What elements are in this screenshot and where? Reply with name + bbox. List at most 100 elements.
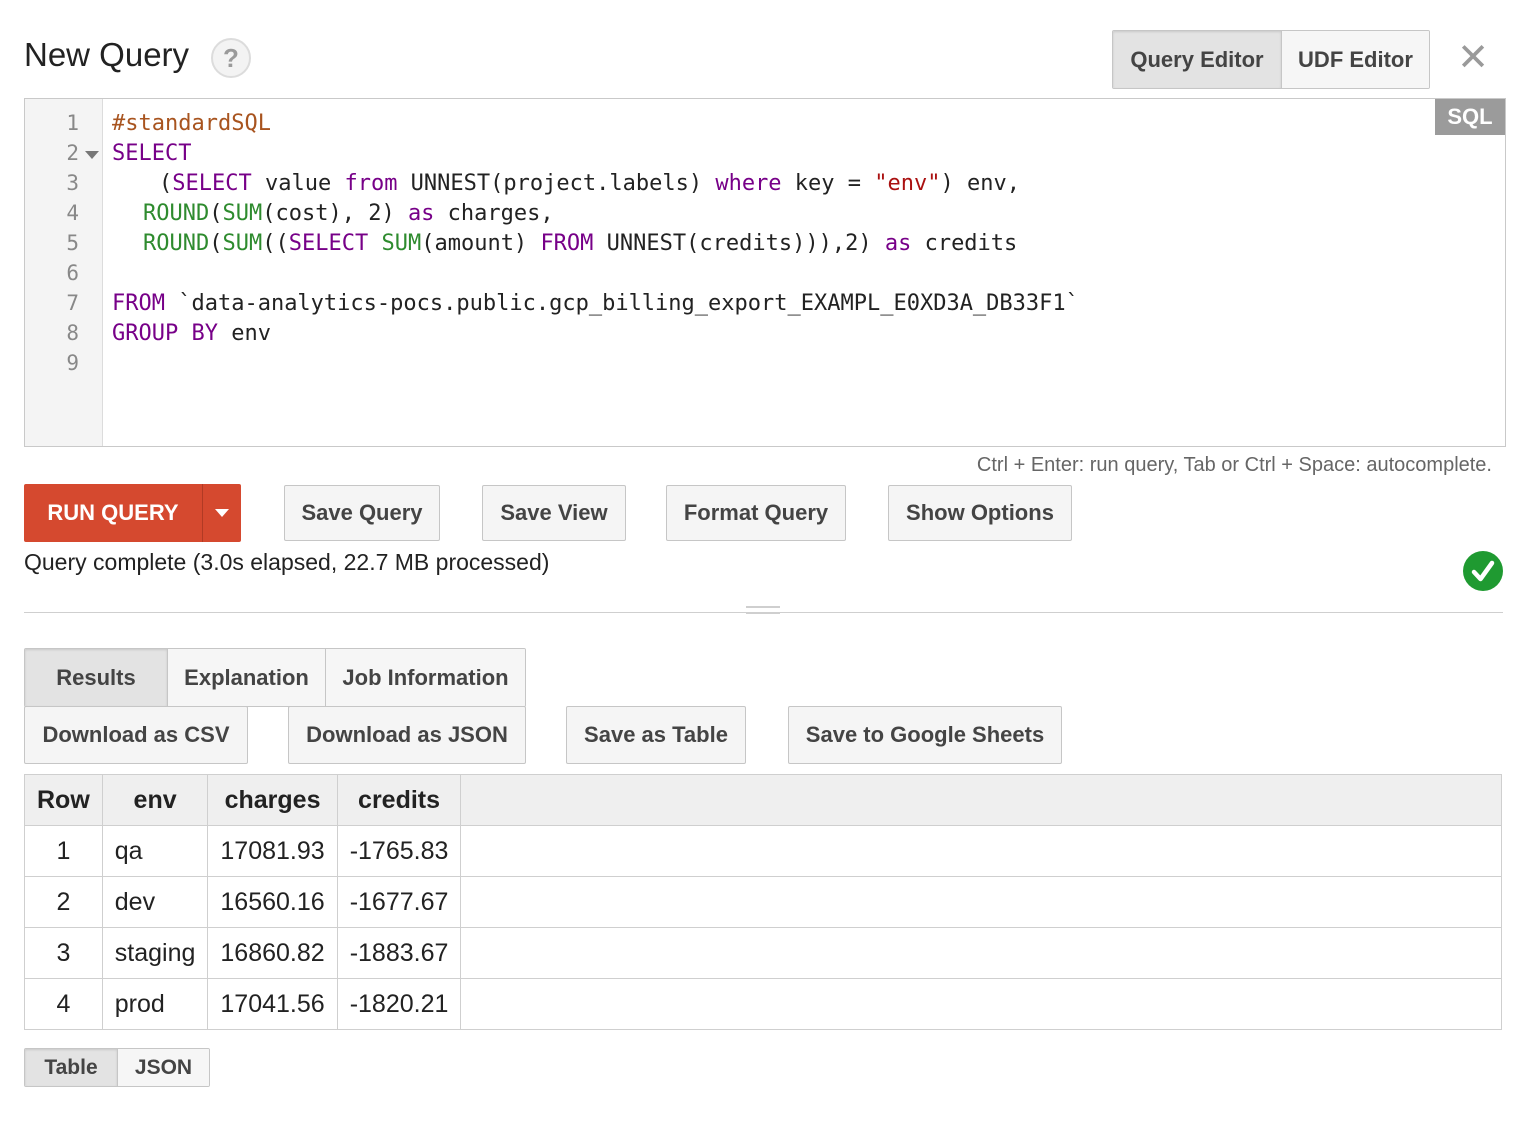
tab-table-view[interactable]: Table xyxy=(25,1049,117,1086)
cell-filler xyxy=(460,876,1502,928)
code-line-5: ROUND(SUM((SELECT SUM(amount) FROM UNNES… xyxy=(143,231,1017,256)
cell-env: staging xyxy=(101,927,209,979)
run-query-button[interactable]: RUN QUERY xyxy=(24,484,202,542)
code-keyword: GROUP BY xyxy=(112,321,218,346)
tab-job-information[interactable]: Job Information xyxy=(325,649,525,706)
code-token: UNNEST(project.labels) xyxy=(397,171,716,196)
code-keyword: SELECT xyxy=(112,141,192,166)
code-token: `data-analytics-pocs.public.gcp_billing_… xyxy=(164,291,1079,316)
tab-udf-editor[interactable]: UDF Editor xyxy=(1281,31,1429,88)
table-header-row: Row env charges credits xyxy=(24,774,1502,826)
fold-arrow-icon[interactable] xyxy=(85,151,99,159)
cell-charges: 17041.56 xyxy=(207,978,338,1030)
code-line-8: GROUP BY env xyxy=(112,321,271,346)
cell-row: 2 xyxy=(24,876,103,928)
cell-row: 3 xyxy=(24,927,103,979)
column-header-env: env xyxy=(101,774,209,826)
save-view-button[interactable]: Save View xyxy=(482,485,626,541)
code-function: SUM xyxy=(381,231,422,256)
code-line-4: ROUND(SUM(cost), 2) as charges, xyxy=(143,201,554,226)
result-tabs: Results Explanation Job Information xyxy=(24,648,526,707)
code-string: "env" xyxy=(874,171,941,196)
column-header-credits: credits xyxy=(336,774,462,826)
line-number: 3 xyxy=(66,171,79,195)
code-function: SUM xyxy=(222,201,263,226)
cell-filler xyxy=(460,978,1502,1030)
resize-handle[interactable] xyxy=(746,606,780,618)
code-keyword: FROM xyxy=(112,291,165,316)
cell-filler xyxy=(460,927,1502,979)
cell-credits: -1765.83 xyxy=(336,825,462,877)
cell-env: dev xyxy=(101,876,209,928)
cell-env: prod xyxy=(101,978,209,1030)
view-tabs: Table JSON xyxy=(24,1048,210,1087)
download-csv-button[interactable]: Download as CSV xyxy=(24,706,248,764)
code-token: ( xyxy=(159,171,173,196)
table-row: 2 dev 16560.16 -1677.67 xyxy=(24,876,1502,928)
code-function: ROUND xyxy=(143,201,210,226)
check-success-icon xyxy=(1463,551,1503,591)
code-token: UNNEST(credits))),2) xyxy=(593,231,885,256)
keyboard-hint: Ctrl + Enter: run query, Tab or Ctrl + S… xyxy=(976,454,1492,476)
code-token: (cost), 2) xyxy=(262,201,408,226)
line-number: 6 xyxy=(66,261,79,285)
cell-credits: -1677.67 xyxy=(336,876,462,928)
save-as-table-button[interactable]: Save as Table xyxy=(566,706,746,764)
line-gutter: 1 2 3 4 5 6 7 8 9 xyxy=(25,99,103,446)
line-number: 7 xyxy=(66,291,79,315)
language-badge: SQL xyxy=(1435,99,1505,135)
code-token: ( xyxy=(209,201,223,226)
tab-explanation[interactable]: Explanation xyxy=(167,649,325,706)
table-row: 1 qa 17081.93 -1765.83 xyxy=(24,825,1502,877)
code-token: credits xyxy=(911,231,1018,256)
show-options-button[interactable]: Show Options xyxy=(888,485,1072,541)
line-number: 4 xyxy=(66,201,79,225)
code-keyword: SELECT xyxy=(172,171,252,196)
save-to-sheets-button[interactable]: Save to Google Sheets xyxy=(788,706,1062,764)
code-keyword: from xyxy=(344,171,398,196)
line-number: 1 xyxy=(66,111,79,135)
run-options-dropdown[interactable] xyxy=(202,484,241,542)
code-line-7: FROM `data-analytics-pocs.public.gcp_bil… xyxy=(112,291,1079,316)
code-keyword: FROM xyxy=(540,231,594,256)
code-token: ) env, xyxy=(940,171,1020,196)
code-token: ( xyxy=(209,231,223,256)
format-query-button[interactable]: Format Query xyxy=(666,485,846,541)
table-row: 3 staging 16860.82 -1883.67 xyxy=(24,927,1502,979)
close-icon[interactable]: ✕ xyxy=(1456,38,1490,78)
save-query-button[interactable]: Save Query xyxy=(284,485,440,541)
editor-tabs: Query Editor UDF Editor xyxy=(1112,30,1430,89)
cell-charges: 16860.82 xyxy=(207,927,338,979)
cell-credits: -1883.67 xyxy=(336,927,462,979)
code-keyword: as xyxy=(884,231,912,256)
sql-editor[interactable]: 1 2 3 4 5 6 7 8 9 #standardSQL SELECT (S… xyxy=(24,98,1506,447)
code-line-2: SELECT xyxy=(112,141,191,166)
column-header-row: Row xyxy=(24,774,103,826)
help-icon[interactable]: ? xyxy=(211,38,251,78)
code-token: (amount) xyxy=(421,231,541,256)
cell-charges: 16560.16 xyxy=(207,876,338,928)
download-json-button[interactable]: Download as JSON xyxy=(288,706,526,764)
cell-env: qa xyxy=(101,825,209,877)
line-number: 8 xyxy=(66,321,79,345)
code-token: value xyxy=(251,171,345,196)
tab-json-view[interactable]: JSON xyxy=(117,1049,209,1086)
query-status: Query complete (3.0s elapsed, 22.7 MB pr… xyxy=(24,549,550,575)
code-token: env xyxy=(217,321,271,346)
page-title: New Query xyxy=(24,36,190,73)
run-query-group: RUN QUERY xyxy=(24,484,241,542)
table-row: 4 prod 17041.56 -1820.21 xyxy=(24,978,1502,1030)
code-keyword: as xyxy=(407,201,435,226)
line-number: 5 xyxy=(66,231,79,255)
tab-results[interactable]: Results xyxy=(25,649,167,706)
caret-down-icon xyxy=(215,509,229,517)
code-line-3: (SELECT value from UNNEST(project.labels… xyxy=(159,171,1020,196)
cell-charges: 17081.93 xyxy=(207,825,338,877)
cell-filler xyxy=(460,825,1502,877)
line-number: 2 xyxy=(66,141,79,165)
code-keyword: SELECT xyxy=(288,231,369,256)
cell-credits: -1820.21 xyxy=(336,978,462,1030)
cell-row: 1 xyxy=(24,825,103,877)
tab-query-editor[interactable]: Query Editor xyxy=(1113,31,1281,88)
